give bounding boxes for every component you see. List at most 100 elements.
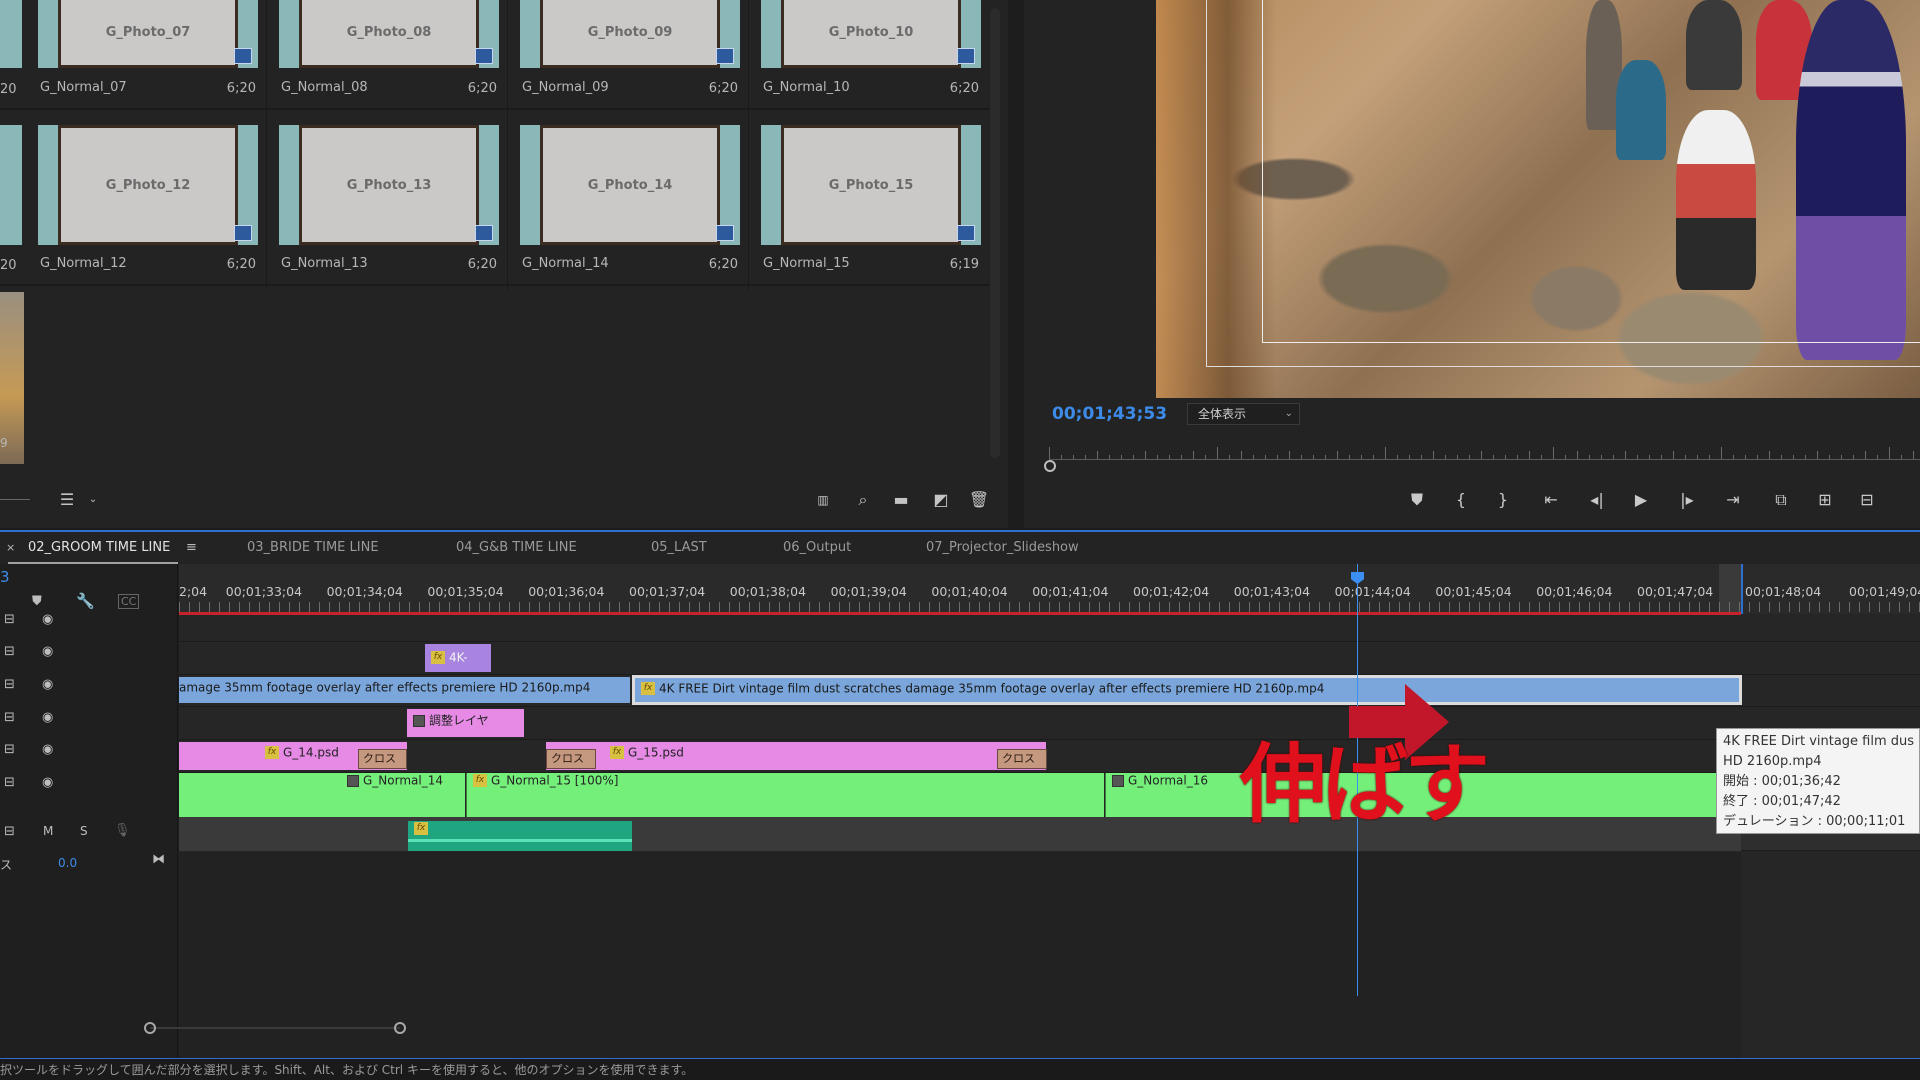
ruler-tick	[1541, 455, 1542, 459]
solo-button[interactable]: S	[80, 824, 88, 838]
project-item[interactable]: G_Photo_13 G_Normal_13 6;20	[273, 0, 509, 272]
timeline-clip[interactable]: amage 35mm footage overlay after effects…	[179, 677, 630, 703]
project-item[interactable]: G_Photo_14 G_Normal_14 6;20	[514, 0, 750, 272]
project-item[interactable]: G_Photo_12 G_Normal_12 6;20	[32, 0, 268, 272]
transition[interactable]: クロス	[358, 749, 407, 769]
tab-gb-time-line[interactable]: 04_G&B TIME LINE	[456, 540, 577, 555]
step-back-icon[interactable]: ◂|	[1584, 488, 1610, 512]
tooltip-line: 4K FREE Dirt vintage film dus	[1723, 734, 1915, 749]
audio-clip[interactable]: fx	[408, 821, 632, 851]
add-marker-icon[interactable]: ⛊	[32, 594, 42, 609]
tab-bride-time-line[interactable]: 03_BRIDE TIME LINE	[247, 540, 379, 555]
partial-thumbnail[interactable]	[0, 0, 22, 68]
eye-icon[interactable]: ◉	[42, 677, 53, 692]
captions-icon[interactable]: CC	[118, 594, 140, 609]
panel-menu-icon[interactable]: ≡	[186, 540, 197, 555]
go-to-end-icon[interactable]: ⧓	[152, 852, 165, 867]
wrench-icon[interactable]: 🔧	[76, 592, 95, 610]
ruler-tick	[1817, 451, 1818, 459]
scroll-handle-right[interactable]	[394, 1022, 406, 1034]
eye-icon[interactable]: ◉	[42, 710, 53, 725]
ruler-tick	[1613, 455, 1614, 459]
scroll-handle-left[interactable]	[144, 1022, 156, 1034]
ruler-tick	[1361, 455, 1362, 459]
partial-thumbnail[interactable]	[0, 125, 22, 245]
close-tab-icon[interactable]: ×	[6, 541, 15, 554]
mark-in-icon[interactable]: {	[1448, 488, 1474, 512]
trash-icon[interactable]: 🗑	[968, 490, 990, 510]
ruler-tick	[1421, 455, 1422, 459]
track-toggle-icon[interactable]: ⊟	[4, 775, 15, 790]
mute-button[interactable]: M	[43, 824, 53, 838]
timeline-clip[interactable]: fx G_Normal_15 [100%]	[466, 773, 1104, 817]
eye-icon[interactable]: ◉	[42, 775, 53, 790]
ruler-tick	[1229, 455, 1230, 459]
timeline-tracks[interactable]: 2;04 00;01;33;04 00;01;34;04 00;01;35;04 00;…	[179, 564, 1920, 1062]
playhead-timecode[interactable]: 00;01;43;53	[1052, 404, 1167, 424]
track-toggle-icon[interactable]: ⊟	[4, 742, 15, 757]
project-item[interactable]: G_Photo_15 G_Normal_15 6;19	[755, 0, 990, 272]
search-icon[interactable]: ⌕	[852, 490, 874, 510]
track-toggle-icon[interactable]: ⊟	[4, 710, 15, 725]
sequence-tabs: × 02_GROOM TIME LINE ≡ 03_BRIDE TIME LIN…	[0, 532, 1920, 564]
ruler-tick	[1349, 455, 1350, 459]
extract-icon[interactable]: ⊞	[1812, 488, 1838, 512]
ruler-tick	[1049, 447, 1050, 459]
chevron-down-icon[interactable]: ⌄	[86, 490, 100, 510]
play-icon[interactable]: ▶	[1628, 488, 1654, 512]
ruler-tick	[1673, 451, 1674, 459]
ruler-tick	[1685, 455, 1686, 459]
ruler-tick	[1397, 455, 1398, 459]
ruler-tick	[1241, 451, 1242, 459]
program-monitor: 00;01;43;53 全体表示 ⌄ ⛊ { } ⇤ ◂| ▶ |▸ ⇥ ⧉ ⊞ …	[1024, 0, 1920, 528]
ruler-tick	[1325, 455, 1326, 459]
transition[interactable]: クロス	[997, 749, 1047, 769]
timeline-clip[interactable]: fx G_15.psd	[546, 742, 1046, 770]
track-toggle-icon[interactable]: ⊟	[4, 644, 15, 659]
program-time-ruler[interactable]	[1049, 440, 1920, 460]
timeline-clip[interactable]: fx 4K-	[425, 644, 491, 672]
timeline-hscroll[interactable]	[0, 1022, 1920, 1036]
tab-groom-time-line[interactable]: 02_GROOM TIME LINE	[28, 540, 170, 555]
eye-icon[interactable]: ◉	[42, 644, 53, 659]
go-to-out-icon[interactable]: ⇥	[1720, 488, 1746, 512]
ruler-timecode: 00;01;45;04	[1435, 584, 1512, 599]
track-lock-icon[interactable]: ⊟	[4, 612, 15, 627]
zoom-fit-dropdown[interactable]: 全体表示 ⌄	[1187, 403, 1300, 425]
ruler-timecode: 00;01;38;04	[729, 584, 807, 599]
microphone-icon[interactable]: 🎙	[114, 823, 131, 838]
selected-timeline-clip[interactable]: fx 4K FREE Dirt vintage film dust scratch…	[632, 675, 1742, 705]
add-marker-icon[interactable]: ⛊	[1404, 488, 1430, 512]
timeline-clip[interactable]: 調整レイヤ	[407, 709, 524, 737]
track-toggle-icon[interactable]: ⊟	[4, 677, 15, 692]
lift-icon[interactable]: ⧉	[1768, 488, 1794, 512]
tab-output[interactable]: 06_Output	[783, 540, 851, 555]
tab-last[interactable]: 05_LAST	[651, 540, 707, 555]
zoom-slider[interactable]	[0, 499, 30, 500]
program-zoom-handle[interactable]	[1044, 460, 1056, 472]
ruler-tick	[1265, 455, 1266, 459]
ruler-tick	[1877, 455, 1878, 459]
project-scrollbar[interactable]	[990, 8, 1000, 458]
new-bin-icon[interactable]: ▬	[890, 490, 912, 510]
export-frame-icon[interactable]: ⊟	[1854, 488, 1880, 512]
audio-track-toggle-icon[interactable]: ⊟	[4, 824, 15, 839]
sequence-badge-icon	[475, 225, 493, 241]
eye-icon[interactable]: ◉	[42, 742, 53, 757]
master-volume[interactable]: 0.0	[58, 856, 77, 870]
ruler-tick	[1445, 455, 1446, 459]
go-to-in-icon[interactable]: ⇤	[1538, 488, 1564, 512]
auto-sequence-icon[interactable]: ▥	[812, 490, 834, 510]
transition[interactable]: クロス	[546, 749, 596, 769]
mark-out-icon[interactable]: }	[1490, 488, 1516, 512]
eye-icon[interactable]: ◉	[42, 612, 53, 627]
timeline-clip[interactable]: G_Normal_14	[179, 773, 465, 817]
tab-projector-slideshow[interactable]: 07_Projector_Slideshow	[926, 540, 1079, 555]
time-ruler[interactable]: 2;04 00;01;33;04 00;01;34;04 00;01;35;04 00;…	[179, 564, 1920, 615]
list-view-icon[interactable]: ☰	[54, 490, 80, 510]
track-v3: fx G_14.psd クロス fx G_15.psd クロス クロス	[179, 740, 1920, 773]
ruler-tick	[1853, 455, 1854, 459]
new-item-icon[interactable]: ◩	[930, 490, 952, 510]
step-forward-icon[interactable]: |▸	[1674, 488, 1700, 512]
program-video-frame[interactable]	[1156, 0, 1920, 398]
